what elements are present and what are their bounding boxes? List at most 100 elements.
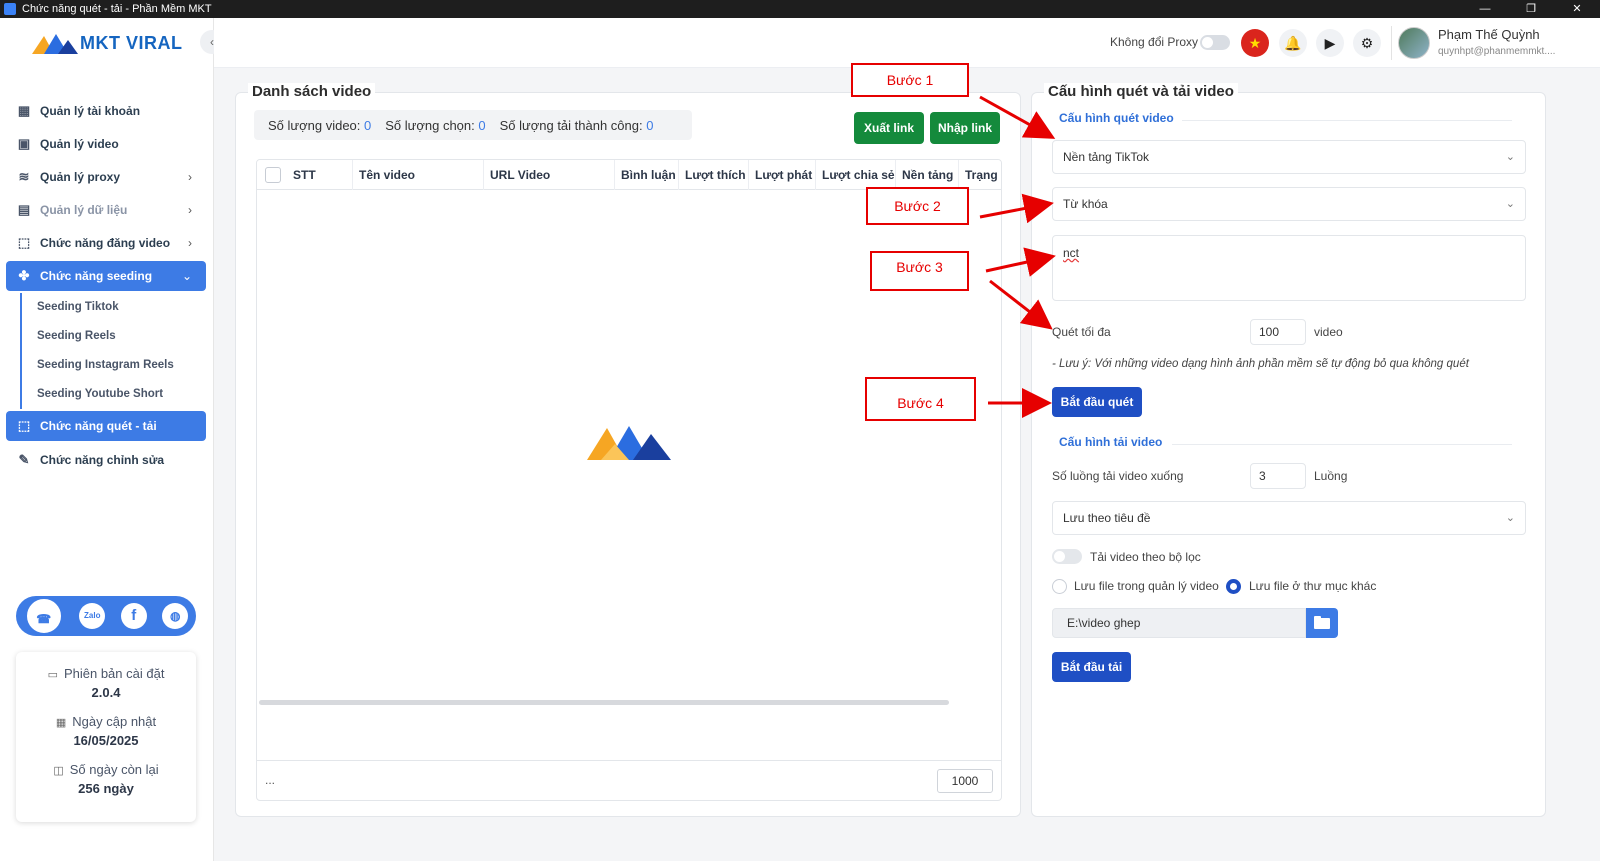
sidebar-nav: ▦ Quản lý tài khoản ▣ Quản lý video ≋ Qu…: [6, 94, 206, 476]
sidebar-item-edit[interactable]: ✎ Chức năng chỉnh sửa: [6, 443, 206, 476]
page-size-input[interactable]: 1000: [937, 769, 993, 793]
pencil-icon: ✎: [18, 451, 30, 467]
sidebar-item-proxy[interactable]: ≋ Quản lý proxy ›: [6, 160, 206, 193]
export-link-button[interactable]: Xuất link: [854, 112, 924, 144]
platform-select[interactable]: Nền tảng TikTok ⌄: [1052, 140, 1526, 174]
column-header-url[interactable]: URL Video: [484, 160, 615, 190]
max-scan-input[interactable]: 100: [1250, 319, 1306, 345]
globe-icon[interactable]: ◍: [162, 603, 189, 629]
section-divider: [1182, 120, 1512, 121]
seeding-icon: ✤: [18, 268, 30, 283]
maximize-icon[interactable]: ❐: [1508, 0, 1554, 18]
save-in-manager-radio[interactable]: [1052, 579, 1067, 594]
grid-icon: ▦: [17, 102, 31, 118]
user-name[interactable]: Phạm Thế Quỳnh: [1438, 27, 1540, 42]
close-icon[interactable]: ✕: [1554, 0, 1600, 18]
save-other-folder-radio[interactable]: [1226, 579, 1241, 594]
avatar[interactable]: [1398, 27, 1430, 59]
start-download-button[interactable]: Bắt đầu tải: [1052, 652, 1131, 682]
play-icon[interactable]: ▶: [1316, 29, 1344, 57]
sidebar-item-label: Quản lý dữ liệu: [40, 202, 128, 217]
sidebar-item-label: Quản lý proxy: [40, 169, 121, 184]
sidebar-item-seeding[interactable]: ✤ Chức năng seeding ⌄: [6, 261, 206, 291]
chevron-right-icon: ›: [188, 169, 192, 184]
support-icon[interactable]: ☎: [23, 596, 64, 636]
sidebar-item-upload-video[interactable]: ⬚ Chức năng đăng video ›: [6, 226, 206, 259]
sidebar-subitem-seeding-youtube[interactable]: Seeding Youtube Short: [22, 380, 206, 409]
threads-unit: Luồng: [1314, 469, 1348, 483]
days-left-value: 256 ngày: [78, 781, 134, 796]
sidebar-item-video[interactable]: ▣ Quản lý video: [6, 127, 206, 160]
minimize-icon[interactable]: —: [1462, 0, 1508, 18]
scan-config-panel: Cấu hình quét video Nền tảng TikTok ⌄ Từ…: [1031, 92, 1546, 817]
gear-icon[interactable]: ⚙: [1353, 29, 1381, 57]
step-2-annotation: Bước 2: [866, 187, 969, 225]
clipboard-icon: ▤: [17, 201, 31, 217]
folder-icon[interactable]: [1306, 608, 1338, 638]
social-bar: ☎ Zalo f ◍: [16, 596, 196, 636]
keyword-textarea[interactable]: nct: [1052, 235, 1526, 301]
sidebar-item-data[interactable]: ▤ Quản lý dữ liệu ›: [6, 193, 206, 226]
horizontal-scrollbar[interactable]: [259, 700, 949, 705]
bell-icon[interactable]: 🔔: [1279, 29, 1307, 57]
days-left-label: Số ngày còn lại: [69, 762, 159, 777]
folder-path-input[interactable]: E:\video ghep: [1052, 608, 1306, 638]
vietnam-flag-icon[interactable]: ★: [1241, 29, 1269, 57]
seeding-submenu: Seeding Tiktok Seeding Reels Seeding Ins…: [20, 293, 206, 409]
column-header-stt[interactable]: STT: [287, 160, 353, 190]
table-header: STT Tên video URL Video Bình luận Lượt t…: [257, 160, 1001, 190]
save-mode-select[interactable]: Lưu theo tiêu đề ⌄: [1052, 501, 1526, 535]
window-title: Chức năng quét - tải - Phần Mềm MKT: [22, 3, 212, 15]
zalo-icon[interactable]: Zalo: [79, 603, 106, 629]
user-email: quynhpt@phanmemmkt....: [1438, 46, 1556, 57]
sidebar-item-label: Chức năng chỉnh sửa: [40, 452, 165, 467]
sidebar-item-label: Chức năng quét - tải: [40, 419, 157, 433]
threads-input[interactable]: 3: [1250, 463, 1306, 489]
column-header-platform[interactable]: Nền tảng: [896, 160, 959, 190]
count-selected-value: 0: [478, 117, 486, 133]
chevron-down-icon: ⌄: [1505, 512, 1515, 524]
upload-icon: ⬚: [17, 234, 31, 250]
top-header: Không đổi Proxy ★ 🔔 ▶ ⚙ Phạm Thế Quỳnh q…: [214, 18, 1600, 68]
column-header-comments[interactable]: Bình luận: [615, 160, 679, 190]
box-icon: ◫: [53, 765, 64, 777]
count-success-label: Số lượng tải thành công:: [499, 117, 643, 133]
chevron-right-icon: ›: [188, 235, 192, 250]
version-label: Phiên bản cài đặt: [63, 666, 165, 681]
empty-state-logo-icon: [587, 426, 671, 460]
column-header-plays[interactable]: Lượt phát: [749, 160, 816, 190]
count-video-value: 0: [364, 117, 372, 133]
scan-section-title: Cấu hình quét video: [1059, 111, 1174, 125]
app-icon: [4, 3, 16, 15]
import-link-button[interactable]: Nhập link: [930, 112, 1000, 144]
select-all-checkbox[interactable]: [265, 167, 281, 183]
proxy-toggle[interactable]: [1200, 35, 1230, 50]
sidebar-subitem-seeding-tiktok[interactable]: Seeding Tiktok: [22, 293, 206, 322]
sidebar-item-scan-download[interactable]: ⬚ Chức năng quét - tải: [6, 411, 206, 441]
logo-text: MKT VIRAL: [80, 32, 183, 53]
sidebar-subitem-seeding-instagram[interactable]: Seeding Instagram Reels: [22, 351, 206, 380]
platform-value: Nền tảng TikTok: [1063, 150, 1150, 164]
update-info: ▦ Ngày cập nhật 16/05/2025: [16, 714, 196, 748]
days-left-info: ◫ Số ngày còn lại 256 ngày: [16, 762, 196, 796]
column-header-status[interactable]: Trạng: [959, 160, 1001, 190]
header-divider: [1391, 26, 1392, 60]
app-info-card: ▭ Phiên bản cài đặt 2.0.4 ▦ Ngày cập nhật …: [16, 652, 196, 822]
sidebar-subitem-seeding-reels[interactable]: Seeding Reels: [22, 322, 206, 351]
sidebar-item-account[interactable]: ▦ Quản lý tài khoản: [6, 94, 206, 127]
video-counts: Số lượng video: 0 Số lượng chọn: 0 Số lư…: [254, 110, 692, 140]
facebook-icon[interactable]: f: [120, 603, 147, 629]
app-logo: MKT VIRAL: [32, 32, 183, 54]
step-3-annotation: Bước 3: [870, 251, 969, 291]
column-header-name[interactable]: Tên video: [353, 160, 484, 190]
chevron-right-icon: ›: [188, 202, 192, 217]
start-scan-button[interactable]: Bắt đầu quét: [1052, 387, 1142, 417]
save-mode-value: Lưu theo tiêu đề: [1063, 511, 1151, 525]
filter-download-toggle[interactable]: [1052, 549, 1082, 564]
scan-type-select[interactable]: Từ khóa ⌄: [1052, 187, 1526, 221]
scan-note: - Lưu ý: Với những video dạng hình ảnh p…: [1052, 358, 1469, 370]
column-header-likes[interactable]: Lượt thích: [679, 160, 749, 190]
column-header-shares[interactable]: Lượt chia sẻ: [816, 160, 896, 190]
sidebar-item-label: Chức năng seeding: [40, 269, 153, 283]
threads-label: Số luồng tải video xuống: [1052, 469, 1184, 483]
